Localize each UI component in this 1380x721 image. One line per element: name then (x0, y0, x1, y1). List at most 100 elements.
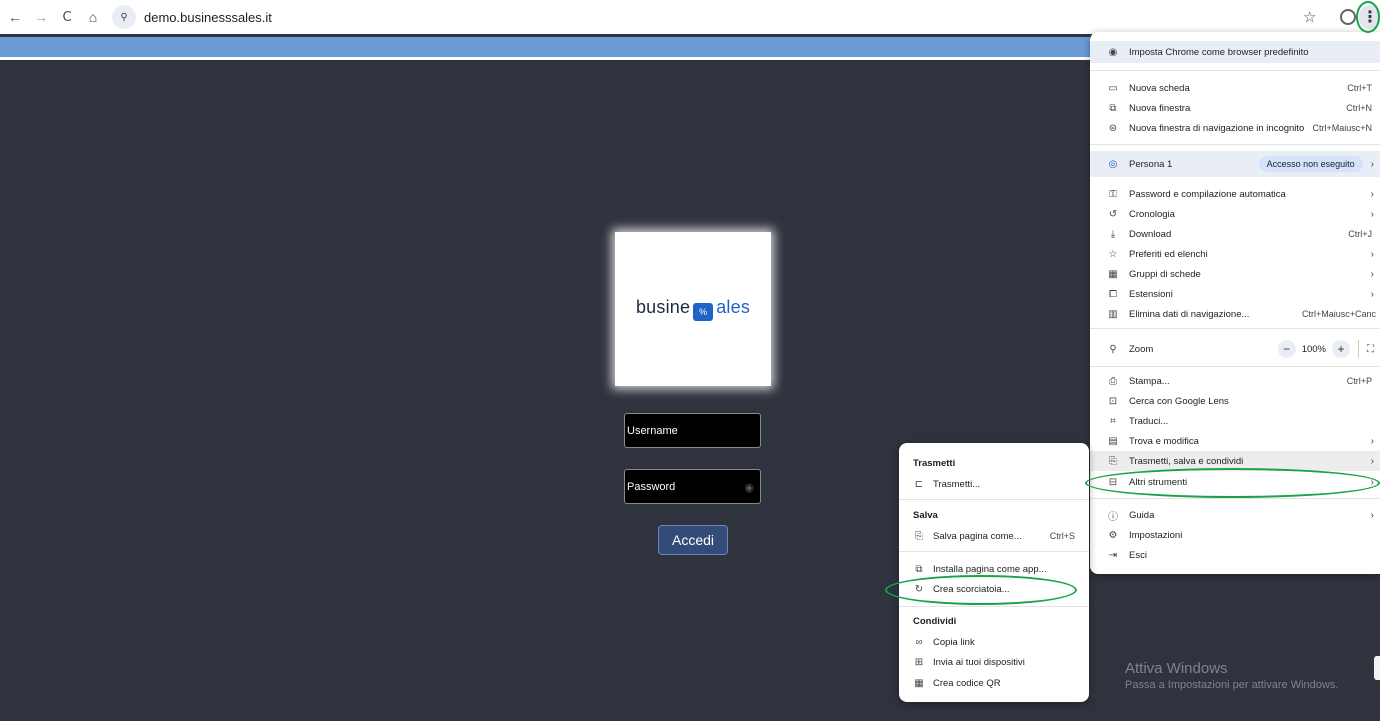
menu-download[interactable]: ⤓ Download Ctrl+J (1090, 224, 1380, 244)
menu-label: Cerca con Google Lens (1129, 395, 1229, 407)
logo-text-left: busine (635, 297, 691, 317)
chevron-right-icon: › (1370, 158, 1374, 170)
printer-icon: ⎙ (1109, 375, 1117, 387)
submenu-cast[interactable]: ⊏ Trasmetti... (899, 474, 1089, 494)
menu-label: Zoom (1129, 343, 1154, 355)
submenu-qr-code[interactable]: ▦ Crea codice QR (899, 673, 1089, 693)
submenu-divider (899, 606, 1089, 607)
submenu-send-devices[interactable]: ⊞ Invia ai tuoi dispositivi (899, 652, 1089, 672)
person-icon: ◎ (1108, 158, 1118, 170)
menu-shortcut: Ctrl+Maiusc+N (1312, 123, 1372, 133)
login-button[interactable]: Accedi (658, 525, 728, 555)
menu-more-tools[interactable]: ⊟ Altri strumenti › (1090, 472, 1380, 492)
menu-tab-groups[interactable]: ▦ Gruppi di schede › (1090, 264, 1380, 284)
taskbar-app-icon[interactable] (1374, 656, 1380, 680)
link-icon: ∞ (915, 636, 923, 648)
menu-passwords[interactable]: ⚿ Password e compilazione automatica › (1090, 184, 1380, 204)
menu-label: Nuova finestra di navigazione in incogni… (1129, 122, 1305, 134)
history-icon: ↺ (1108, 208, 1118, 220)
cast-save-share-submenu: Trasmetti ⊏ Trasmetti... Salva ⎘ Salva p… (899, 443, 1089, 702)
logo-text: busine% ales (636, 297, 750, 321)
menu-label: Gruppi di schede (1129, 268, 1201, 280)
menu-find-edit[interactable]: ▤ Trova e modifica › (1090, 431, 1380, 451)
submenu-label: Copia link (933, 636, 975, 648)
menu-settings[interactable]: ⚙ Impostazioni (1090, 525, 1380, 545)
chevron-right-icon: › (1370, 476, 1374, 488)
menu-label: Imposta Chrome come browser predefinito (1129, 46, 1309, 58)
home-icon[interactable]: ⌂ (82, 6, 104, 28)
menu-label: Nuova scheda (1129, 82, 1190, 94)
submenu-header-save: Salva (913, 510, 938, 521)
profile-icon[interactable] (1340, 9, 1356, 25)
menu-google-lens[interactable]: ⊡ Cerca con Google Lens (1090, 391, 1380, 411)
zoom-level: 100% (1301, 343, 1326, 355)
menu-profile[interactable]: ◎ Persona 1 Accesso non eseguito › (1090, 151, 1380, 177)
logo: busine% ales (615, 232, 771, 386)
zoom-divider (1358, 340, 1359, 358)
zoom-out-button[interactable]: − (1277, 340, 1296, 358)
username-placeholder: Username (627, 424, 678, 437)
menu-new-window[interactable]: ⧉ Nuova finestra Ctrl+N (1090, 98, 1380, 118)
menu-default-browser[interactable]: ◉ Imposta Chrome come browser predefinit… (1090, 41, 1380, 63)
menu-label: Impostazioni (1129, 529, 1183, 541)
logo-text-right: ales (716, 297, 751, 317)
submenu-header-cast: Trasmetti (913, 458, 956, 469)
shortcut-arrow-icon: ↻ (914, 583, 924, 595)
fullscreen-icon[interactable]: ⛶ (1367, 344, 1374, 355)
submenu-label: Crea scorciatoia... (933, 583, 1010, 595)
chevron-right-icon: › (1370, 208, 1374, 220)
submenu-save-page[interactable]: ⎘ Salva pagina come... Ctrl+S (899, 526, 1089, 546)
windows-activation-subtitle: Passa a Impostazioni per attivare Window… (1125, 679, 1339, 691)
grid-icon: ▦ (1108, 268, 1118, 280)
menu-new-tab[interactable]: ▭ Nuova scheda Ctrl+T (1090, 78, 1380, 98)
browser-toolbar: ← → C ⌂ ⚲ demo.businesssales.it ☆ ⋮ (0, 0, 1380, 34)
bookmark-star-icon[interactable]: ☆ (1303, 8, 1316, 26)
toolbox-icon: ⊟ (1108, 476, 1118, 488)
menu-label: Stampa... (1129, 375, 1170, 387)
find-page-icon: ▤ (1108, 435, 1118, 447)
site-info-icon[interactable]: ⚲ (112, 5, 136, 29)
menu-divider (1090, 498, 1380, 499)
help-icon: ⓘ (1108, 511, 1118, 523)
password-input[interactable]: Password ◉ (624, 469, 761, 504)
menu-extensions[interactable]: ⧠ Estensioni › (1090, 284, 1380, 304)
chevron-right-icon: › (1370, 188, 1374, 200)
menu-clear-data[interactable]: ▥ Elimina dati di navigazione... Ctrl+Ma… (1090, 304, 1380, 324)
menu-shortcut: Ctrl+Maiusc+Canc (1301, 309, 1376, 319)
submenu-create-shortcut[interactable]: ↻ Crea scorciatoia... (899, 579, 1089, 599)
reload-icon[interactable]: C (56, 6, 78, 28)
username-input[interactable]: Username (624, 413, 761, 448)
menu-bookmarks[interactable]: ☆ Preferiti ed elenchi › (1090, 244, 1380, 264)
menu-help[interactable]: ⓘ Guida › (1090, 505, 1380, 525)
menu-divider (1090, 144, 1380, 145)
signin-status-badge[interactable]: Accesso non eseguito (1258, 156, 1363, 172)
chevron-right-icon: › (1370, 509, 1374, 521)
menu-cast-save-share[interactable]: ⎘ Trasmetti, salva e condividi › (1090, 451, 1380, 471)
submenu-header-share: Condividi (913, 616, 957, 627)
lens-icon: ⊡ (1108, 395, 1118, 407)
submenu-install-app[interactable]: ⧉ Installa pagina come app... (899, 559, 1089, 579)
menu-print[interactable]: ⎙ Stampa... Ctrl+P (1090, 371, 1380, 391)
menu-label: Persona 1 (1129, 158, 1173, 170)
chrome-menu-button[interactable]: ⋮ (1359, 5, 1380, 29)
submenu-copy-link[interactable]: ∞ Copia link (899, 632, 1089, 652)
menu-shortcut: Ctrl+J (1348, 229, 1372, 239)
gear-icon: ⚙ (1108, 529, 1118, 541)
save-share-icon: ⎘ (1109, 455, 1117, 467)
menu-incognito[interactable]: ⊜ Nuova finestra di navigazione in incog… (1090, 118, 1380, 138)
show-password-eye-icon[interactable]: ◉ (744, 481, 754, 494)
forward-icon[interactable]: → (30, 6, 52, 28)
menu-label: Estensioni (1129, 288, 1173, 300)
menu-exit[interactable]: ⇥ Esci (1090, 545, 1380, 565)
menu-label: Nuova finestra (1129, 102, 1191, 114)
back-icon[interactable]: ← (4, 6, 26, 28)
new-window-icon: ⧉ (1109, 102, 1117, 114)
menu-history[interactable]: ↺ Cronologia › (1090, 204, 1380, 224)
cast-icon: ⊏ (914, 478, 924, 490)
menu-translate[interactable]: ⌗ Traduci... (1090, 411, 1380, 431)
zoom-in-button[interactable]: + (1332, 340, 1350, 358)
menu-shortcut: Ctrl+T (1347, 83, 1372, 93)
menu-label: Password e compilazione automatica (1129, 188, 1286, 200)
menu-shortcut: Ctrl+P (1346, 376, 1372, 386)
address-bar[interactable]: demo.businesssales.it (144, 10, 272, 25)
